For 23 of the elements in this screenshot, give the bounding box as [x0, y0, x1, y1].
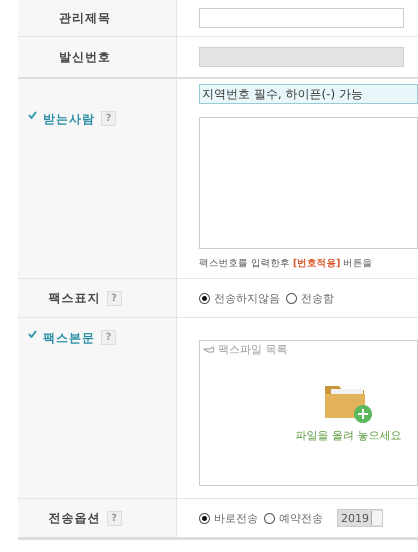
field-label: 전송옵션 [48, 510, 100, 526]
field-label: 발신번호 [59, 48, 111, 66]
list-title: 팩스파일 목록 [218, 342, 288, 357]
radio-label[interactable]: 예약전송 [279, 510, 323, 526]
input-field[interactable] [199, 8, 404, 28]
radio-label[interactable]: 바로전송 [214, 510, 258, 526]
field-label: 팩스본문 [43, 330, 95, 347]
year-dropdown[interactable]: 2019 [337, 509, 383, 527]
check-icon [28, 330, 37, 338]
radio-button[interactable] [264, 512, 275, 524]
input-field[interactable]: 지역번호 필수, 하이픈(-) 가능 [199, 84, 418, 104]
help-text: 팩스번호를 입력한후 [번호적용] 버튼을 [199, 257, 374, 270]
radio-label[interactable]: 전송함 [301, 290, 334, 306]
field-label: 받는사람 [43, 111, 95, 128]
radio-button[interactable] [199, 292, 210, 304]
drop-zone[interactable]: 팩스파일 목록 파일을 올려 놓으세요 [199, 340, 418, 486]
drop-hint: 파일을 올려 놓으세요 [296, 428, 402, 443]
field-label: 팩스표지 [48, 290, 100, 306]
radio-label[interactable]: 전송하지않음 [214, 290, 280, 306]
field-label: 관리제목 [59, 10, 111, 26]
radio-button[interactable] [199, 512, 210, 524]
check-icon [28, 111, 37, 119]
radio-button[interactable] [286, 292, 297, 304]
